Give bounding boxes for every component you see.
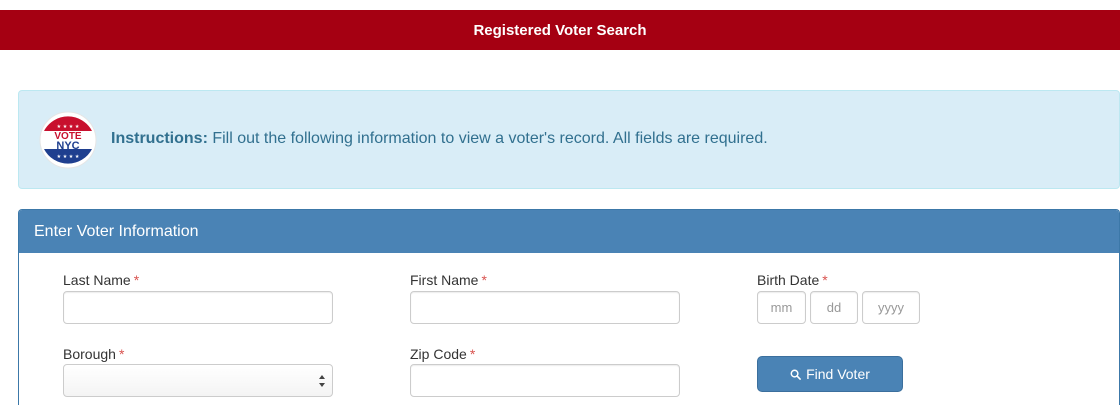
site-header: Registered Voter Search <box>0 10 1120 50</box>
instructions-alert: ★ ★ ★ ★ ★ ★ ★ ★ VOTE NYC Instructions: F… <box>18 90 1120 189</box>
first-name-label: First Name * <box>410 272 487 288</box>
birth-date-label-text: Birth Date <box>757 272 820 288</box>
zip-code-input[interactable] <box>410 364 680 397</box>
zip-code-label-text: Zip Code <box>410 346 467 362</box>
birth-year-input[interactable] <box>862 291 920 324</box>
borough-label-text: Borough <box>63 346 116 362</box>
birth-month-input[interactable] <box>757 291 806 324</box>
svg-text:★ ★ ★ ★: ★ ★ ★ ★ <box>57 124 80 130</box>
instructions-label: Instructions: <box>111 130 208 147</box>
required-marker: * <box>469 346 476 362</box>
last-name-label-text: Last Name <box>63 272 131 288</box>
borough-select[interactable] <box>63 364 333 397</box>
birth-date-label: Birth Date * <box>757 272 828 288</box>
last-name-input[interactable] <box>63 291 333 324</box>
required-marker: * <box>822 272 828 288</box>
instructions-body: Fill out the following information to vi… <box>212 130 768 147</box>
zip-code-label: Zip Code * <box>410 346 475 362</box>
first-name-label-text: First Name <box>410 272 479 288</box>
borough-label: Borough * <box>63 346 124 362</box>
vote-nyc-badge-icon: ★ ★ ★ ★ ★ ★ ★ ★ VOTE NYC <box>39 111 97 169</box>
required-marker: * <box>481 272 487 288</box>
header-title: Registered Voter Search <box>473 21 647 39</box>
required-marker: * <box>118 346 125 362</box>
search-icon <box>790 369 801 380</box>
first-name-input[interactable] <box>410 291 680 324</box>
panel-title-text: Enter Voter Information <box>34 222 199 240</box>
instructions-text: Instructions: Fill out the following inf… <box>111 130 768 148</box>
find-voter-button[interactable]: Find Voter <box>757 356 903 392</box>
required-marker: * <box>133 272 140 288</box>
last-name-label: Last Name * <box>63 272 139 288</box>
svg-text:★ ★ ★ ★: ★ ★ ★ ★ <box>57 154 80 160</box>
panel-title: Enter Voter Information <box>19 210 1119 253</box>
find-voter-label: Find Voter <box>806 366 870 382</box>
badge-nyc-text: NYC <box>56 140 79 152</box>
birth-day-input[interactable] <box>810 291 858 324</box>
select-arrows-icon <box>319 375 325 387</box>
